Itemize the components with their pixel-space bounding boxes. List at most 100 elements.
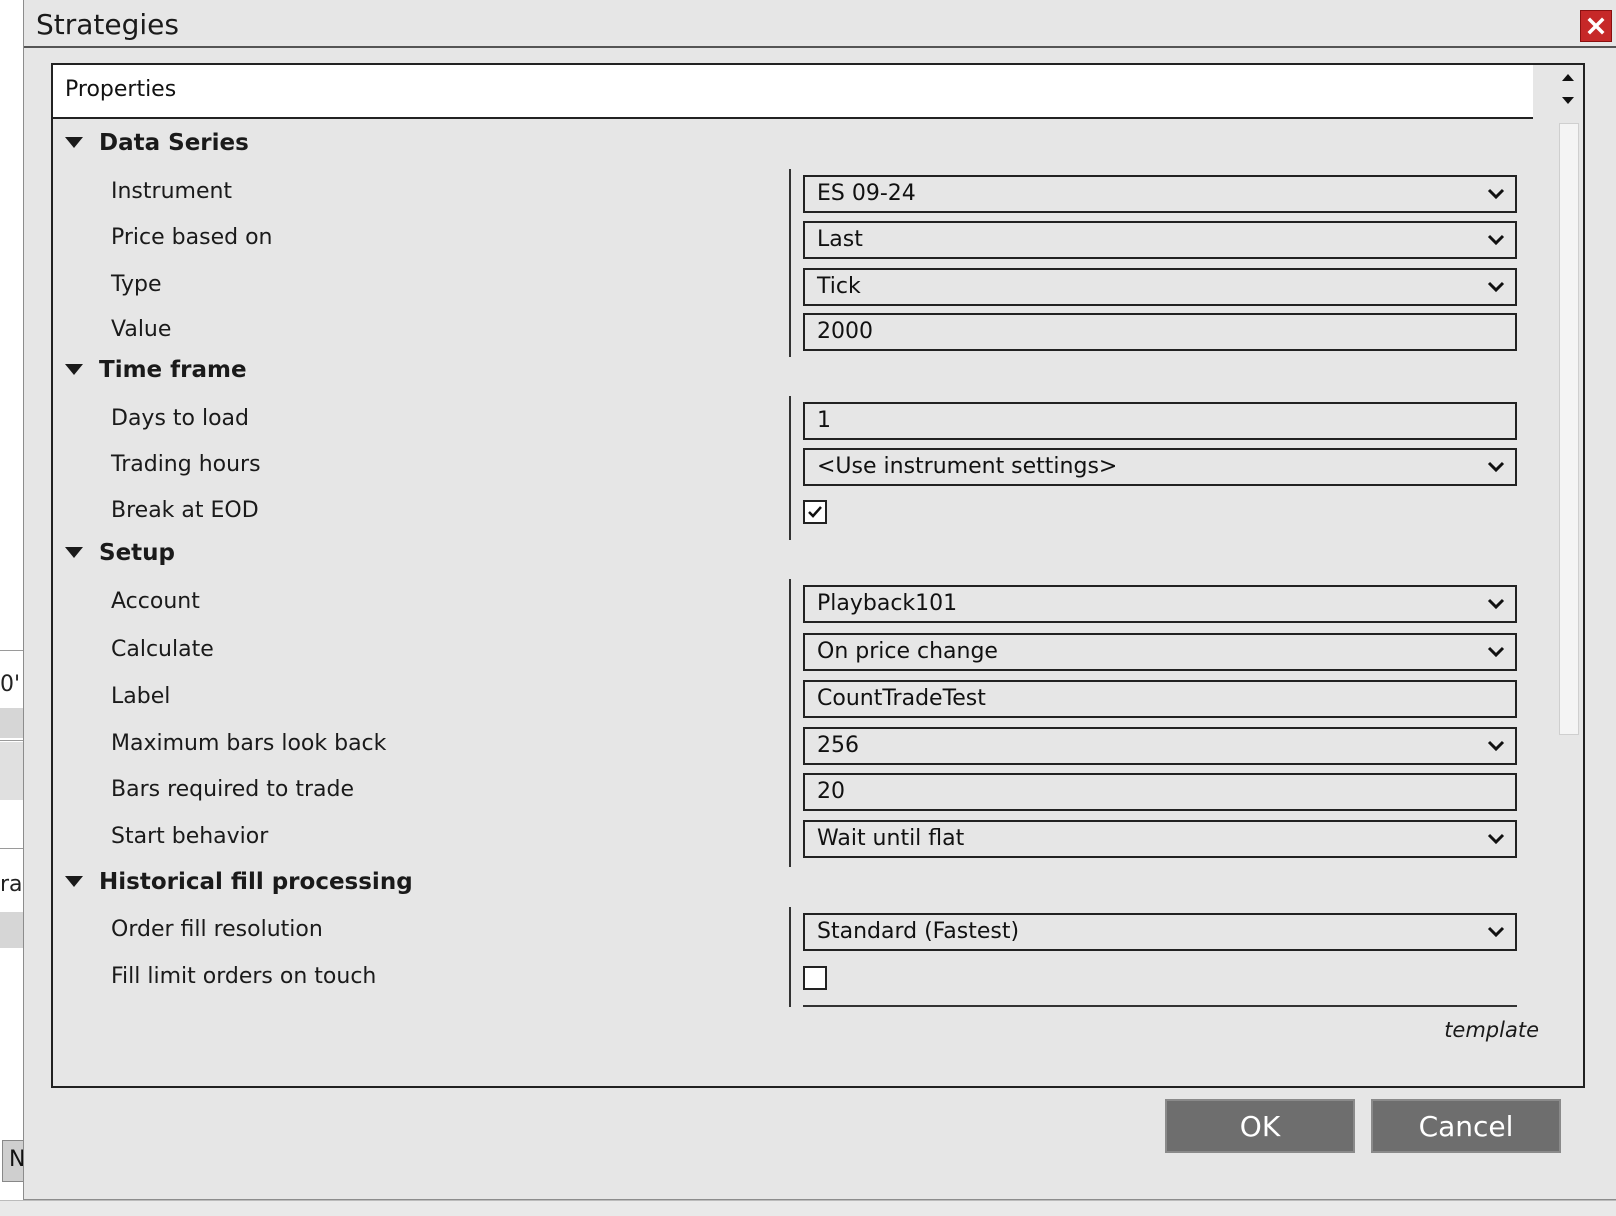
dropdown-value: Standard (Fastest) (817, 919, 1020, 944)
background-app (0, 0, 24, 1216)
collapse-caret-icon[interactable] (65, 876, 83, 887)
vertical-scrollbar[interactable] (1553, 65, 1583, 1086)
dropdown-value: <Use instrument settings> (817, 454, 1118, 479)
background-text-fragment: ra (0, 872, 23, 897)
background-divider (0, 650, 24, 651)
scroll-up-icon[interactable] (1560, 69, 1576, 85)
property-label: Trading hours (111, 452, 261, 477)
close-icon (1587, 17, 1605, 35)
property-row-maximum-bars-look-back: Maximum bars look back 256 (53, 721, 1533, 767)
chevron-down-icon (1487, 740, 1505, 752)
scroll-down-icon[interactable] (1560, 93, 1576, 109)
properties-header: Properties (53, 65, 1533, 119)
properties-panel: Properties Data Series Instrument ES 09-… (51, 63, 1585, 1088)
group-historical-fill-processing[interactable]: Historical fill processing (53, 860, 1533, 906)
start-behavior-dropdown[interactable]: Wait until flat (803, 820, 1517, 858)
background-panel (0, 912, 24, 948)
input-value: 2000 (817, 319, 873, 344)
ok-button[interactable]: OK (1165, 1099, 1355, 1153)
chevron-down-icon (1487, 461, 1505, 473)
collapse-caret-icon[interactable] (65, 364, 83, 375)
chevron-down-icon (1487, 833, 1505, 845)
days-to-load-input[interactable]: 1 (803, 402, 1517, 440)
group-data-series[interactable]: Data Series (53, 121, 1533, 167)
property-label: Days to load (111, 406, 249, 431)
trading-hours-dropdown[interactable]: <Use instrument settings> (803, 448, 1517, 486)
dropdown-value: Wait until flat (817, 826, 965, 851)
account-dropdown[interactable]: Playback101 (803, 585, 1517, 623)
group-label: Data Series (99, 130, 249, 156)
chevron-down-icon (1487, 926, 1505, 938)
property-label: Break at EOD (111, 498, 259, 523)
close-button[interactable] (1580, 10, 1612, 42)
instrument-dropdown[interactable]: ES 09-24 (803, 175, 1517, 213)
input-value: 20 (817, 779, 845, 804)
strategies-dialog: Strategies Properties Data Series Instru… (23, 0, 1616, 1200)
property-row-calculate: Calculate On price change (53, 627, 1533, 673)
property-label: Price based on (111, 225, 273, 250)
fill-limit-orders-on-touch-checkbox[interactable] (803, 966, 827, 990)
property-row-break-at-eod: Break at EOD (53, 488, 1533, 534)
property-label: Account (111, 589, 200, 614)
dropdown-value: ES 09-24 (817, 181, 916, 206)
break-at-eod-checkbox[interactable] (803, 500, 827, 524)
background-statusbar (0, 1200, 1616, 1216)
property-row-trading-hours: Trading hours <Use instrument settings> (53, 442, 1533, 488)
order-fill-resolution-dropdown[interactable]: Standard (Fastest) (803, 913, 1517, 951)
group-label: Setup (99, 540, 175, 566)
property-row-type: Type Tick (53, 262, 1533, 308)
property-row-order-fill-resolution: Order fill resolution Standard (Fastest) (53, 907, 1533, 953)
value-input[interactable]: 2000 (803, 313, 1517, 351)
background-panel (0, 742, 24, 800)
checkmark-icon (808, 506, 822, 518)
properties-header-label: Properties (65, 77, 177, 102)
property-row-days-to-load: Days to load 1 (53, 396, 1533, 442)
property-label: Type (111, 272, 162, 297)
background-text-fragment: 0' (0, 672, 21, 697)
property-row-price-based-on: Price based on Last (53, 215, 1533, 261)
cancel-button[interactable]: Cancel (1371, 1099, 1561, 1153)
chevron-down-icon (1487, 646, 1505, 658)
chevron-down-icon (1487, 234, 1505, 246)
price-based-on-dropdown[interactable]: Last (803, 221, 1517, 259)
property-row-bars-required-to-trade: Bars required to trade 20 (53, 767, 1533, 813)
dialog-title: Strategies (36, 8, 179, 41)
calculate-dropdown[interactable]: On price change (803, 633, 1517, 671)
property-row-label: Label CountTradeTest (53, 674, 1533, 720)
type-dropdown[interactable]: Tick (803, 268, 1517, 306)
property-label: Bars required to trade (111, 777, 354, 802)
collapse-caret-icon[interactable] (65, 137, 83, 148)
dropdown-value: Playback101 (817, 591, 958, 616)
collapse-caret-icon[interactable] (65, 547, 83, 558)
chevron-down-icon (1487, 188, 1505, 200)
label-input[interactable]: CountTradeTest (803, 680, 1517, 718)
grid-bottom-border (803, 1005, 1517, 1007)
property-label: Label (111, 684, 171, 709)
property-row-fill-limit-orders-on-touch: Fill limit orders on touch (53, 954, 1533, 1000)
property-row-instrument: Instrument ES 09-24 (53, 169, 1533, 215)
property-label: Maximum bars look back (111, 731, 387, 756)
property-row-value: Value 2000 (53, 307, 1533, 353)
group-time-frame[interactable]: Time frame (53, 348, 1533, 394)
group-setup[interactable]: Setup (53, 531, 1533, 577)
property-label: Calculate (111, 637, 214, 662)
property-row-start-behavior: Start behavior Wait until flat (53, 814, 1533, 860)
input-value: 1 (817, 408, 831, 433)
dropdown-value: 256 (817, 733, 859, 758)
template-link[interactable]: template (1444, 1018, 1539, 1042)
background-panel (0, 708, 24, 738)
bars-required-to-trade-input[interactable]: 20 (803, 773, 1517, 811)
maximum-bars-look-back-dropdown[interactable]: 256 (803, 727, 1517, 765)
property-label: Start behavior (111, 824, 269, 849)
scroll-thumb[interactable] (1559, 123, 1579, 735)
background-divider (0, 848, 24, 849)
group-label: Time frame (99, 357, 247, 383)
property-row-account: Account Playback101 (53, 579, 1533, 625)
dropdown-value: Tick (817, 274, 861, 299)
dropdown-value: Last (817, 227, 863, 252)
group-label: Historical fill processing (99, 869, 413, 895)
title-bar[interactable]: Strategies (24, 0, 1616, 48)
property-label: Value (111, 317, 172, 342)
chevron-down-icon (1487, 281, 1505, 293)
background-divider (0, 740, 24, 741)
